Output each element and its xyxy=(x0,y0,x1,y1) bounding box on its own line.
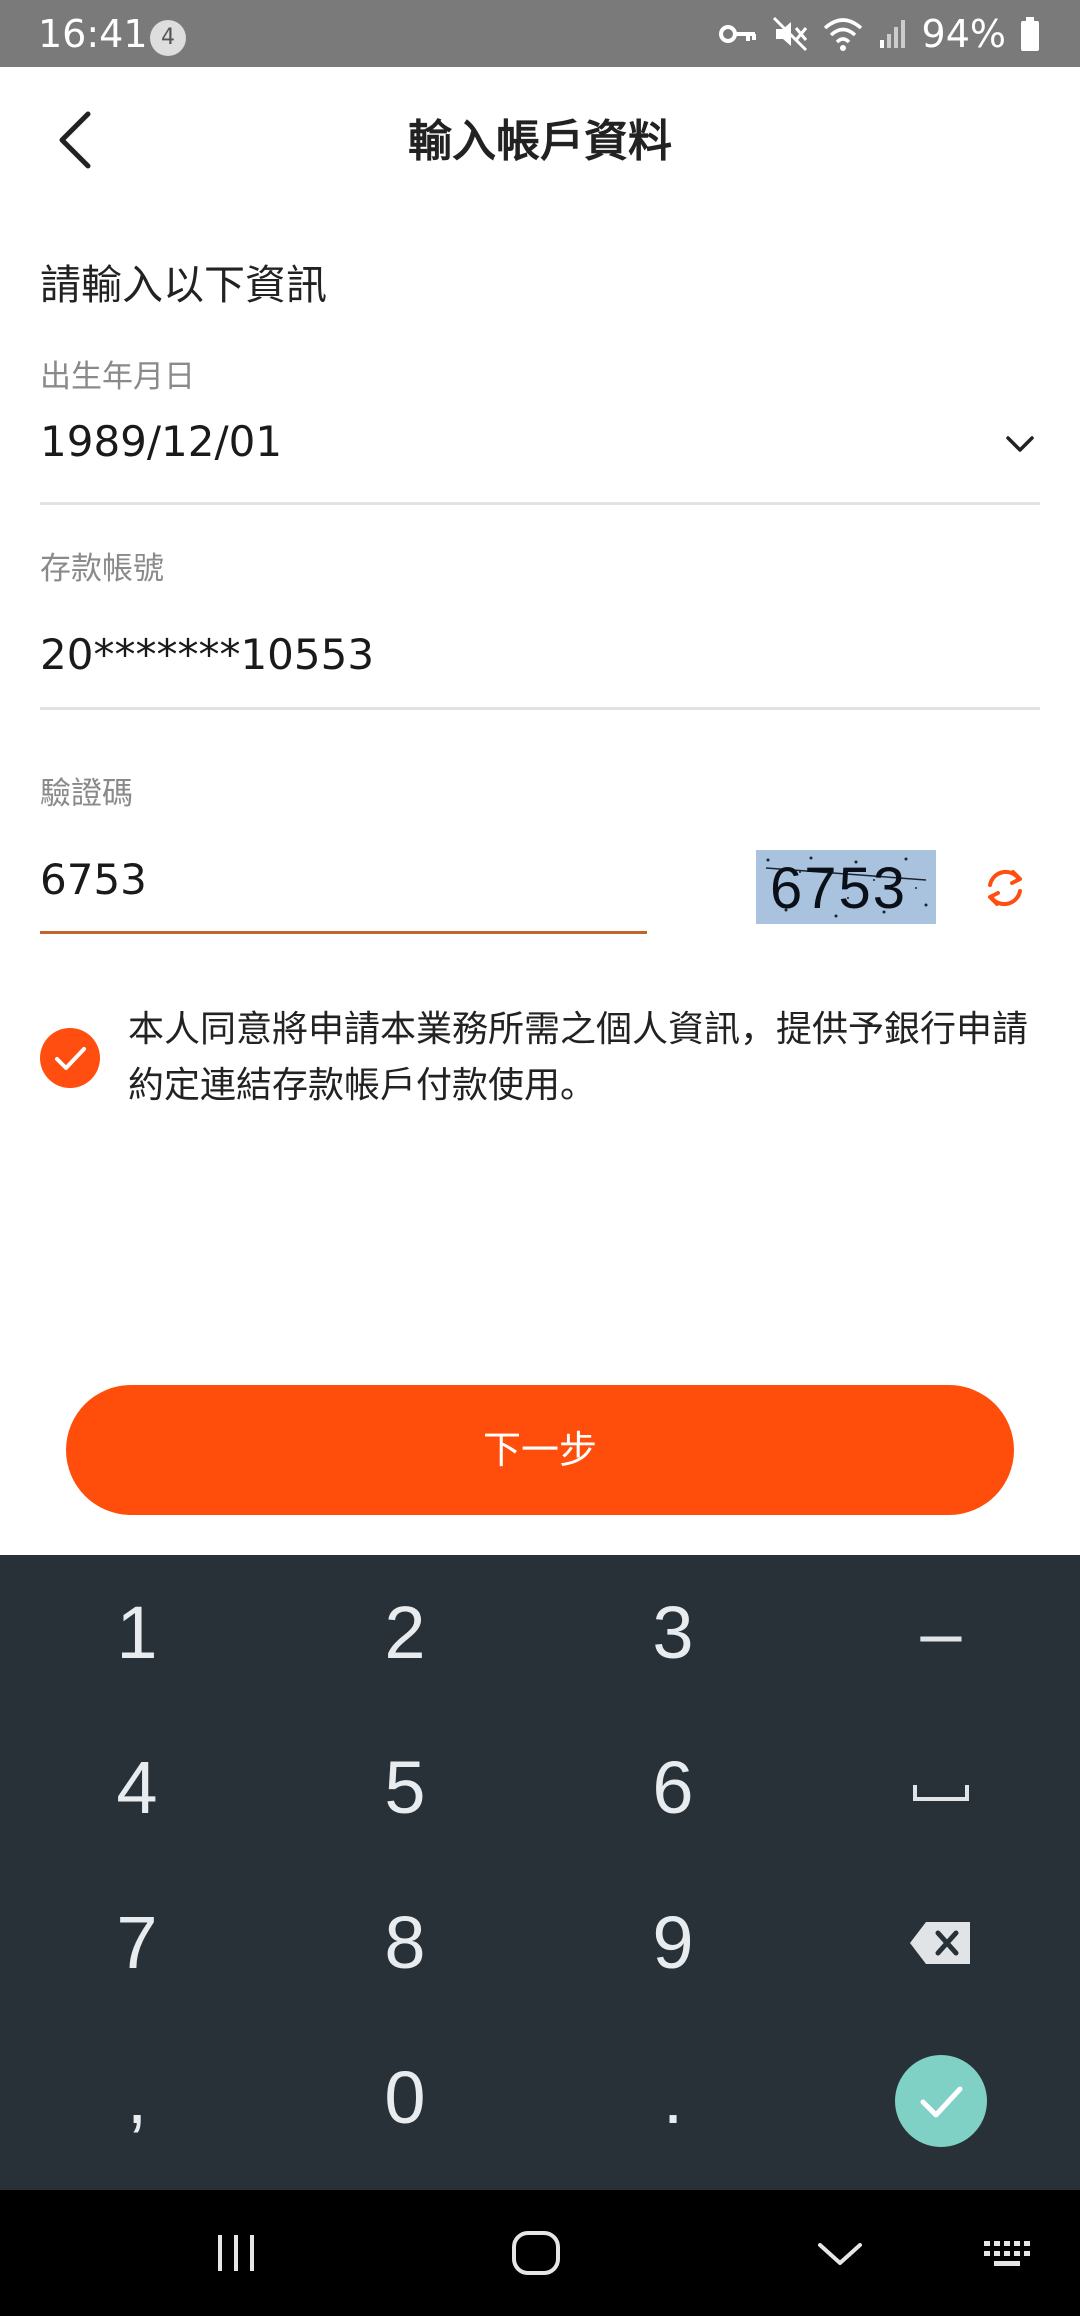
captcha-image-text: 6753 xyxy=(770,856,908,921)
birthdate-field[interactable]: 1989/12/01 xyxy=(40,412,1040,492)
space-icon xyxy=(913,1785,969,1801)
account-field[interactable]: 20*******10553 xyxy=(40,625,374,685)
key-1[interactable]: 1 xyxy=(2,1555,272,1710)
status-bar: 16:41 4 94% xyxy=(0,0,1080,67)
wifi-icon xyxy=(823,18,862,51)
navigation-bar xyxy=(0,2190,1080,2316)
battery-percent: 94% xyxy=(921,12,1006,56)
birthdate-divider xyxy=(40,502,1040,505)
mute-icon xyxy=(772,16,807,52)
key-backspace[interactable] xyxy=(806,1865,1076,2020)
vpn-key-icon xyxy=(718,25,756,43)
captcha-input[interactable]: 6753 xyxy=(40,850,640,910)
hide-keyboard-button[interactable] xyxy=(810,2223,870,2283)
home-icon xyxy=(512,2231,560,2275)
home-button[interactable] xyxy=(506,2223,566,2283)
key-3[interactable]: 3 xyxy=(538,1555,808,1710)
key-comma[interactable]: , xyxy=(2,2020,272,2175)
battery-icon xyxy=(1021,17,1039,51)
key-0[interactable]: 0 xyxy=(270,2020,540,2175)
next-step-button[interactable]: 下一步 xyxy=(66,1385,1014,1515)
birthdate-label: 出生年月日 xyxy=(40,359,195,395)
key-6[interactable]: 6 xyxy=(538,1710,808,1865)
captcha-label: 驗證碼 xyxy=(40,776,133,812)
signal-icon xyxy=(879,20,905,48)
key-minus[interactable]: – xyxy=(806,1555,1076,1710)
check-icon xyxy=(920,2086,963,2118)
key-8[interactable]: 8 xyxy=(270,1865,540,2020)
account-label: 存款帳號 xyxy=(40,551,164,587)
key-7[interactable]: 7 xyxy=(2,1865,272,2020)
key-2[interactable]: 2 xyxy=(270,1555,540,1710)
key-enter[interactable] xyxy=(895,2055,987,2147)
keyboard-switch-button[interactable] xyxy=(980,2223,1040,2283)
key-5[interactable]: 5 xyxy=(270,1710,540,1865)
consent-checkbox[interactable] xyxy=(40,1028,100,1088)
captcha-image: 6753 xyxy=(756,850,936,924)
numeric-keyboard: 1 2 3 – 4 5 6 7 8 9 , 0 . xyxy=(0,1555,1080,2190)
key-period[interactable]: . xyxy=(538,2020,808,2175)
chevron-down-icon xyxy=(818,2243,862,2265)
section-title: 請輸入以下資訊 xyxy=(40,261,327,309)
notification-count-badge: 4 xyxy=(150,20,186,56)
refresh-captcha-button[interactable] xyxy=(980,863,1030,913)
backspace-icon xyxy=(910,1922,970,1964)
captcha-input-underline xyxy=(40,931,647,934)
refresh-icon xyxy=(988,869,1022,907)
recent-apps-button[interactable] xyxy=(206,2223,266,2283)
status-icons: 94% xyxy=(718,12,1040,56)
check-icon xyxy=(55,1047,86,1070)
birthdate-value: 1989/12/01 xyxy=(40,417,283,466)
recent-apps-icon xyxy=(218,2235,254,2271)
key-space[interactable] xyxy=(806,1710,1076,1865)
account-divider xyxy=(40,707,1040,710)
key-9[interactable]: 9 xyxy=(538,1865,808,2020)
chevron-down-icon xyxy=(1006,436,1034,452)
key-4[interactable]: 4 xyxy=(2,1710,272,1865)
page-title: 輸入帳戶資料 xyxy=(408,116,672,167)
consent-text: 本人同意將申請本業務所需之個人資訊，提供予銀行申請約定連結存款帳戶付款使用。 xyxy=(128,1009,1029,1106)
status-time: 16:41 xyxy=(38,12,148,56)
keyboard-icon xyxy=(984,2241,1030,2266)
